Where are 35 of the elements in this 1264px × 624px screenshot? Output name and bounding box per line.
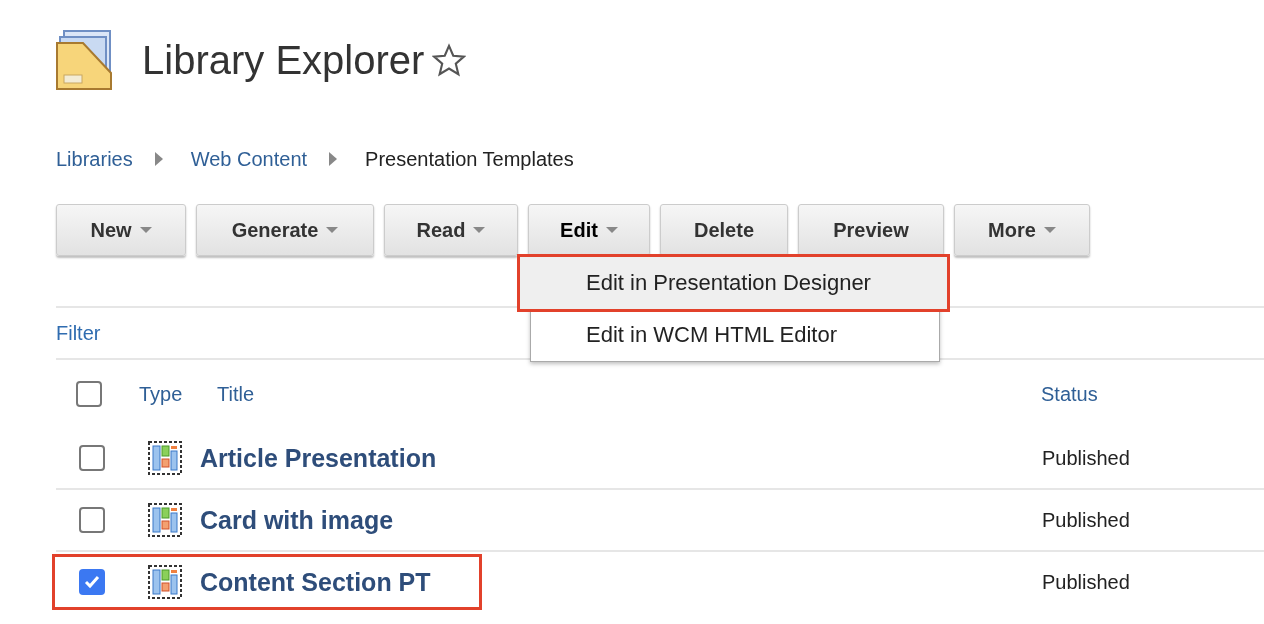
status-text: Published: [1042, 446, 1131, 470]
filter-link[interactable]: Filter: [56, 321, 101, 345]
row-checkbox[interactable]: [79, 569, 105, 595]
row-title-link[interactable]: Card with image: [200, 505, 394, 535]
chevron-right-icon: [329, 152, 338, 166]
menu-item[interactable]: Edit in WCM HTML Editor: [531, 309, 939, 361]
template-icon: [148, 503, 182, 537]
row-title-link[interactable]: Article Presentation: [200, 443, 437, 473]
status-text: Published: [1042, 508, 1131, 532]
column-header[interactable]: Status: [1041, 382, 1264, 406]
library-folder-icon: [56, 29, 114, 91]
row-checkbox[interactable]: [79, 507, 105, 533]
toolbar-button[interactable]: Generate: [196, 204, 374, 256]
checkmark-icon: [84, 575, 100, 589]
breadcrumb-link[interactable]: Libraries: [56, 147, 133, 171]
menu-item[interactable]: Edit in Presentation Designer: [520, 257, 947, 309]
row-title-link[interactable]: Content Section PT: [200, 567, 431, 597]
toolbar-button[interactable]: New: [56, 204, 186, 256]
chevron-right-icon: [154, 152, 163, 166]
page-title: Library Explorer: [142, 37, 425, 83]
template-icon: [148, 441, 182, 475]
toolbar-button[interactable]: Delete: [660, 204, 788, 256]
select-all-checkbox[interactable]: [76, 381, 102, 407]
column-header[interactable]: Type: [139, 382, 217, 406]
toolbar-button[interactable]: Edit: [528, 204, 650, 256]
star-icon[interactable]: [432, 43, 467, 77]
toolbar-button[interactable]: More: [954, 204, 1090, 256]
column-header[interactable]: Title: [217, 382, 1041, 406]
toolbar-button[interactable]: Read: [384, 204, 518, 256]
status-text: Published: [1042, 570, 1131, 594]
row-checkbox[interactable]: [79, 445, 105, 471]
breadcrumb-current: Presentation Templates: [365, 147, 574, 171]
toolbar-button[interactable]: Preview: [798, 204, 944, 256]
breadcrumb-link[interactable]: Web Content: [190, 147, 308, 171]
template-icon: [148, 565, 182, 599]
